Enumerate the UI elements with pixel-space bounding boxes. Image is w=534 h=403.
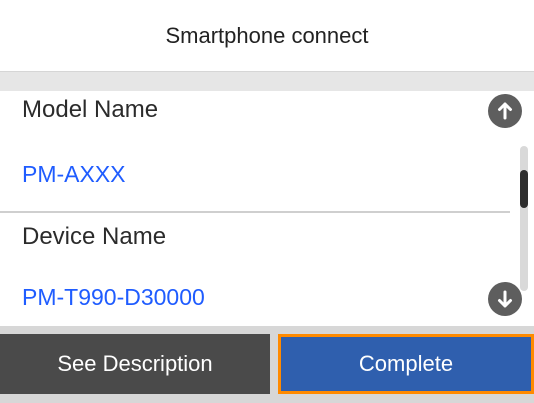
screen-header: Smartphone connect [0,0,534,72]
model-name-label: Model Name [22,96,159,123]
see-description-button[interactable]: See Description [0,334,270,394]
complete-button[interactable]: Complete [278,334,534,394]
top-strip [0,72,534,91]
device-name-label: Device Name [22,223,167,250]
smartphone-connect-screen: Smartphone connect Model Name PM-AXXX De… [0,0,534,403]
model-name-value: PM-AXXX [22,161,126,187]
scroll-up-button[interactable] [488,94,522,128]
arrow-down-icon [498,290,512,308]
divider [0,211,510,213]
arrow-up-icon [498,102,512,120]
details-panel: Model Name PM-AXXX Device Name PM-T990-D… [0,91,534,326]
bottom-action-bar: See Description Complete [0,326,534,403]
scroll-track[interactable] [520,146,528,291]
header-title: Smartphone connect [165,22,369,48]
device-name-value: PM-T990-D30000 [22,284,205,310]
scroll-thumb[interactable] [520,170,528,208]
scroll-down-button[interactable] [488,282,522,316]
